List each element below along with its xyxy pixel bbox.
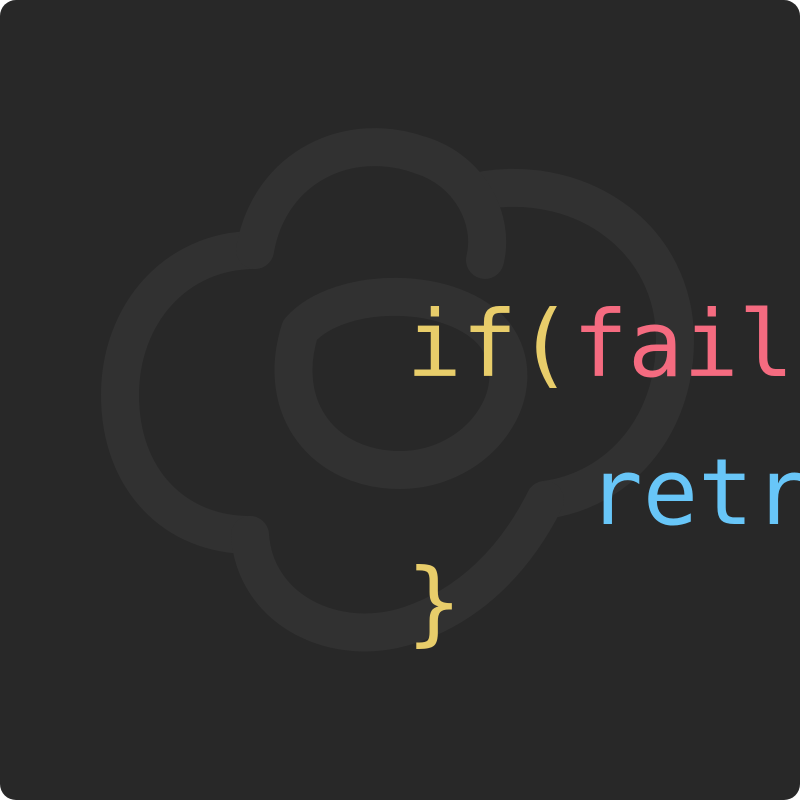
code-card: if(fail){ retry(); }	[0, 0, 800, 800]
code-line-close: }	[74, 465, 462, 741]
code-snippet: if(fail){ retry(); }	[0, 0, 800, 800]
close-brace: }	[406, 549, 462, 656]
function-retry: retry	[587, 439, 800, 546]
